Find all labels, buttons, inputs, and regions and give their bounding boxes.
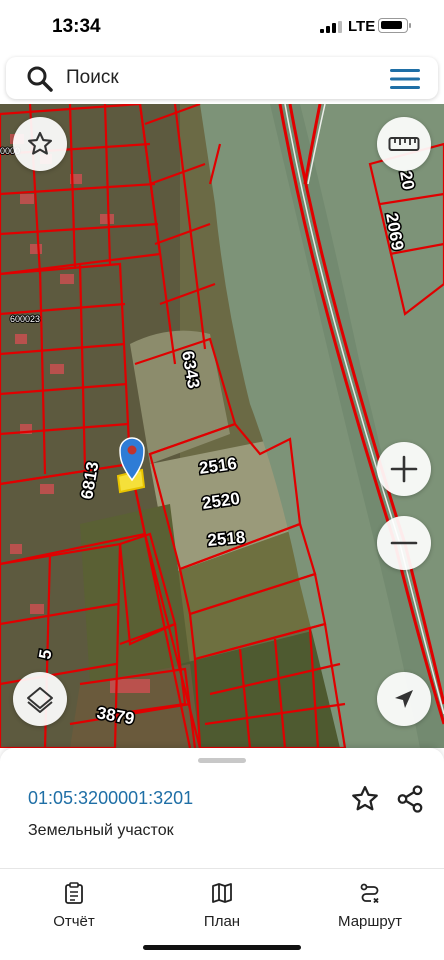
layers-button[interactable] (13, 672, 67, 726)
star-icon (27, 131, 53, 155)
ruler-icon (388, 137, 420, 151)
tab-report-label: Отчёт (53, 913, 95, 930)
map-view[interactable]: 6343 6813 2516 2520 2518 3879 2069 60002… (0, 104, 444, 748)
map-icon (212, 883, 232, 903)
tab-report[interactable]: Отчёт (14, 877, 134, 931)
home-indicator[interactable] (143, 945, 301, 950)
minus-icon (390, 541, 418, 545)
route-icon (360, 883, 379, 904)
favorite-star-icon[interactable] (350, 784, 380, 814)
search-icon (27, 66, 53, 92)
parcel-label-2518: 2518 (207, 528, 246, 550)
favorites-button[interactable] (13, 117, 67, 171)
navigation-arrow-icon (395, 690, 413, 708)
zoom-out-button[interactable] (377, 516, 431, 570)
search-bar (6, 57, 438, 99)
parcel-info-sheet[interactable]: 01:05:3200001:3201 Земельный участок (0, 748, 444, 868)
network-type: LTE (348, 18, 376, 35)
ruler-button[interactable] (377, 117, 431, 171)
sheet-drag-handle[interactable] (198, 758, 246, 763)
battery-icon (378, 18, 411, 33)
tab-plan[interactable]: План (162, 877, 282, 931)
satellite-map[interactable]: 6343 6813 2516 2520 2518 3879 2069 60002… (0, 104, 444, 748)
menu-icon[interactable] (388, 67, 422, 91)
layers-icon (27, 687, 53, 713)
parcel-label-partial-right: 20 (396, 169, 418, 191)
status-bar: 13:34 LTE (0, 0, 444, 54)
status-time: 13:34 (52, 16, 101, 37)
locate-button[interactable] (377, 672, 431, 726)
tab-route-label: Маршрут (338, 913, 402, 930)
plus-icon (390, 455, 418, 483)
parcel-type-label: Земельный участок (28, 822, 174, 839)
share-icon[interactable] (395, 784, 425, 814)
tab-plan-label: План (203, 913, 241, 930)
cadastral-number-link[interactable]: 01:05:3200001:3201 (28, 788, 193, 809)
tab-route[interactable]: Маршрут (310, 877, 430, 931)
zoom-in-button[interactable] (377, 442, 431, 496)
signal-icon (320, 21, 342, 33)
parcel-label-600023: 600023 (10, 314, 40, 324)
search-input[interactable] (66, 65, 366, 91)
clipboard-icon (65, 882, 83, 904)
